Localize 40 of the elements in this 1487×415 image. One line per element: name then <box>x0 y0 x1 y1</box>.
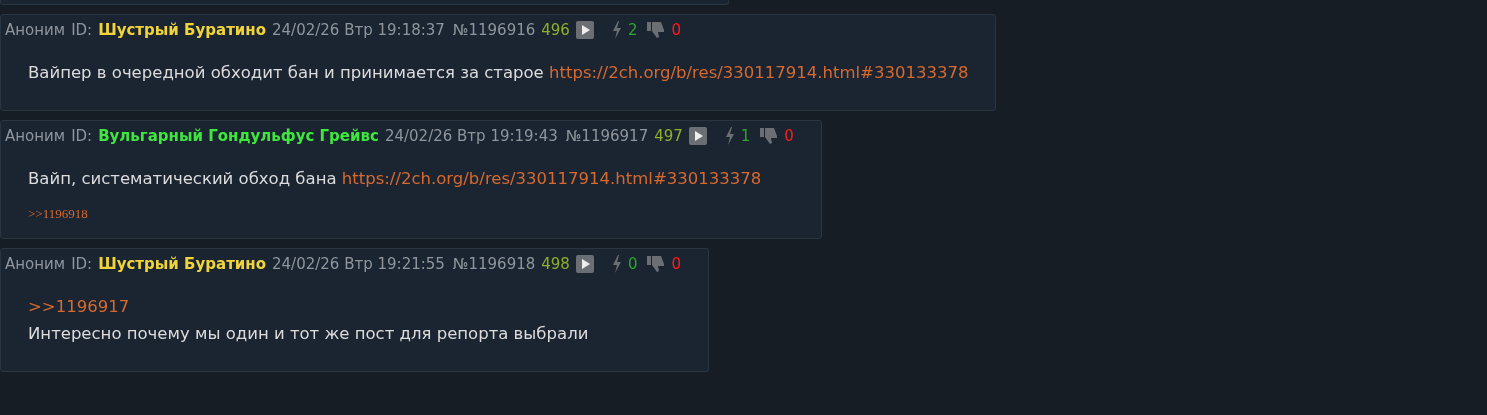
post-number[interactable]: №1196918 <box>452 255 536 273</box>
poster-name: Шустрый Буратино <box>98 21 267 39</box>
lightning-icon[interactable] <box>724 127 735 145</box>
like-count: 2 <box>627 21 638 39</box>
poster-name: Вульгарный Гондульфус Грейвс <box>98 127 379 145</box>
post-number[interactable]: №1196916 <box>452 21 536 39</box>
poster-name: Шустрый Буратино <box>98 255 267 273</box>
post-link[interactable]: https://2ch.org/b/res/330117914.html#330133378 <box>341 169 762 188</box>
lightning-icon[interactable] <box>611 21 622 39</box>
play-icon[interactable] <box>688 127 707 145</box>
play-icon[interactable] <box>575 255 594 273</box>
post-link[interactable]: https://2ch.org/b/res/330117914.html#330133378 <box>549 63 969 82</box>
id-label: ID: <box>71 255 93 273</box>
post-link[interactable]: >>1196917 <box>28 297 130 316</box>
lightning-icon[interactable] <box>611 255 622 273</box>
like-count: 0 <box>627 255 638 273</box>
reply-link[interactable]: >>1196918 <box>28 206 88 221</box>
post-text: Вайпер в очередной обходит бан и принимается за старое <box>28 63 545 82</box>
id-label: ID: <box>71 21 93 39</box>
post-text: Интересно почему мы один и тот же пост для репорта выбрали <box>28 324 589 343</box>
thumbs-down-icon[interactable] <box>760 127 779 145</box>
dislike-count: 0 <box>671 21 681 39</box>
post-author: Аноним <box>5 21 66 39</box>
post-date: 24/02/26 Втр 19:21:55 <box>272 255 445 273</box>
post-author: Аноним <box>5 255 66 273</box>
post-ordinal: 497 <box>654 127 683 145</box>
id-label: ID: <box>71 127 93 145</box>
play-icon[interactable] <box>575 21 594 39</box>
post-ordinal: 498 <box>541 255 570 273</box>
thumbs-down-icon[interactable] <box>647 255 666 273</box>
post-date: 24/02/26 Втр 19:19:43 <box>384 127 558 145</box>
post-author: Аноним <box>5 127 66 145</box>
post-ordinal: 496 <box>541 21 570 39</box>
dislike-count: 0 <box>784 127 794 145</box>
like-count: 1 <box>740 127 751 145</box>
thumbs-down-icon[interactable] <box>647 21 666 39</box>
post-text: Вайп, систематический обход бана <box>28 169 338 188</box>
post-number[interactable]: №1196917 <box>565 127 649 145</box>
post-date: 24/02/26 Втр 19:18:37 <box>272 21 445 39</box>
dislike-count: 0 <box>671 255 681 273</box>
